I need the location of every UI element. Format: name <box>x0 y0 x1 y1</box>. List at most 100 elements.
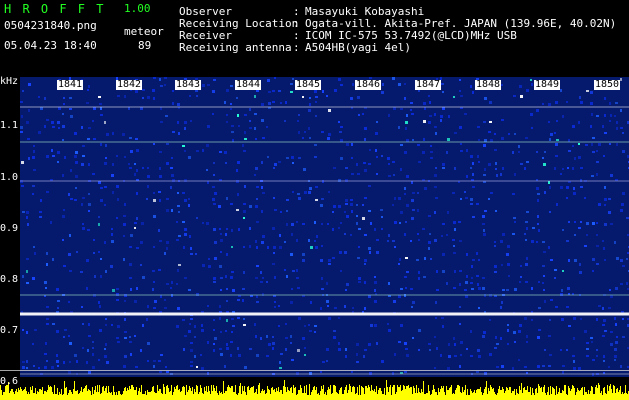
noise-dot <box>243 318 245 320</box>
noise-dot <box>226 121 228 123</box>
noise-dot <box>610 331 613 333</box>
noise-dot <box>524 366 527 368</box>
amplitude-bar <box>434 389 435 400</box>
noise-dot <box>274 209 277 211</box>
noise-dot <box>436 347 438 350</box>
noise-dot <box>502 167 504 170</box>
noise-dot <box>542 103 544 105</box>
noise-dot <box>430 145 432 147</box>
amplitude-bar <box>128 390 129 400</box>
y-tick: 1.0 <box>0 172 19 183</box>
noise-dot <box>262 235 265 238</box>
noise-dot <box>280 102 282 104</box>
amplitude-bar <box>58 395 59 400</box>
noise-dot <box>470 198 473 201</box>
amplitude-bar <box>165 394 166 400</box>
noise-dot <box>124 203 126 206</box>
noise-dot <box>537 365 540 368</box>
noise-dot <box>483 331 486 334</box>
noise-dot <box>153 192 155 194</box>
noise-dot <box>580 186 583 188</box>
amplitude-bar <box>35 388 36 400</box>
noise-dot <box>531 127 533 129</box>
amplitude-bar <box>598 383 599 400</box>
amplitude-bar <box>299 390 300 400</box>
noise-dot <box>542 265 545 267</box>
amplitude-bar <box>210 394 211 400</box>
noise-dot <box>112 163 114 166</box>
noise-dot <box>572 145 574 147</box>
noise-dot <box>482 215 485 218</box>
noise-dot <box>500 240 503 243</box>
amplitude-bar <box>110 393 111 400</box>
noise-dot <box>398 126 400 129</box>
amplitude-bar <box>606 394 607 400</box>
amplitude-bar <box>113 386 114 400</box>
noise-dot <box>226 197 228 200</box>
noise-dot <box>184 199 187 202</box>
amplitude-bar <box>618 392 619 400</box>
noise-dot <box>308 127 310 130</box>
noise-dot <box>454 355 457 357</box>
noise-dot <box>190 318 193 320</box>
noise-dot <box>291 288 293 290</box>
noise-dot <box>466 175 468 178</box>
noise-dot <box>189 323 191 325</box>
noise-dot <box>63 361 65 364</box>
noise-dot <box>238 228 240 231</box>
amplitude-bar <box>216 386 217 400</box>
amplitude-bar <box>41 390 42 400</box>
amplitude-bar <box>548 387 549 400</box>
amplitude-bar <box>140 392 141 400</box>
noise-dot <box>87 89 89 91</box>
amplitude-bar <box>185 395 186 400</box>
noise-dot <box>374 324 377 327</box>
noise-dot <box>435 317 437 319</box>
sep: : <box>293 41 300 54</box>
noise-dot <box>496 343 499 345</box>
noise-dot <box>460 341 463 344</box>
amplitude-bar <box>622 392 623 400</box>
noise-dot <box>340 157 343 160</box>
amplitude-bar <box>335 386 336 400</box>
noise-dot <box>518 151 520 153</box>
noise-dot <box>614 317 616 320</box>
noise-dot <box>327 137 330 140</box>
noise-dot <box>68 193 70 196</box>
noise-dot <box>105 144 107 147</box>
noise-dot <box>404 193 406 195</box>
noise-dot <box>404 151 407 154</box>
noise-dot <box>454 228 456 231</box>
amplitude-bar <box>452 394 453 400</box>
noise-dot <box>609 289 611 291</box>
amplitude-bar <box>103 386 104 400</box>
noise-dot <box>435 167 437 169</box>
noise-dot <box>470 355 473 357</box>
noise-dot <box>478 287 481 290</box>
amplitude-bar <box>13 392 14 400</box>
amplitude-bar <box>337 393 338 400</box>
amplitude-bar <box>582 387 583 400</box>
noise-dot <box>57 307 59 309</box>
noise-dot <box>615 323 617 326</box>
noise-dot <box>106 133 109 136</box>
noise-dot <box>183 348 185 351</box>
noise-dot <box>440 119 442 122</box>
noise-dot <box>176 325 179 328</box>
noise-dot <box>256 221 259 223</box>
noise-dot <box>309 187 312 190</box>
noise-dot <box>494 347 497 349</box>
noise-dot <box>345 199 348 202</box>
noise-dot <box>446 282 448 285</box>
noise-dot <box>537 223 539 225</box>
noise-dot <box>440 354 442 357</box>
noise-dot <box>190 365 193 367</box>
amplitude-bar <box>416 385 417 400</box>
amplitude-bar <box>457 385 458 400</box>
noise-dot <box>604 198 607 201</box>
noise-dot <box>418 161 421 163</box>
noise-dot <box>160 85 163 87</box>
noise-dot <box>296 277 299 279</box>
amplitude-bar <box>543 387 544 400</box>
noise-dot <box>345 348 347 351</box>
